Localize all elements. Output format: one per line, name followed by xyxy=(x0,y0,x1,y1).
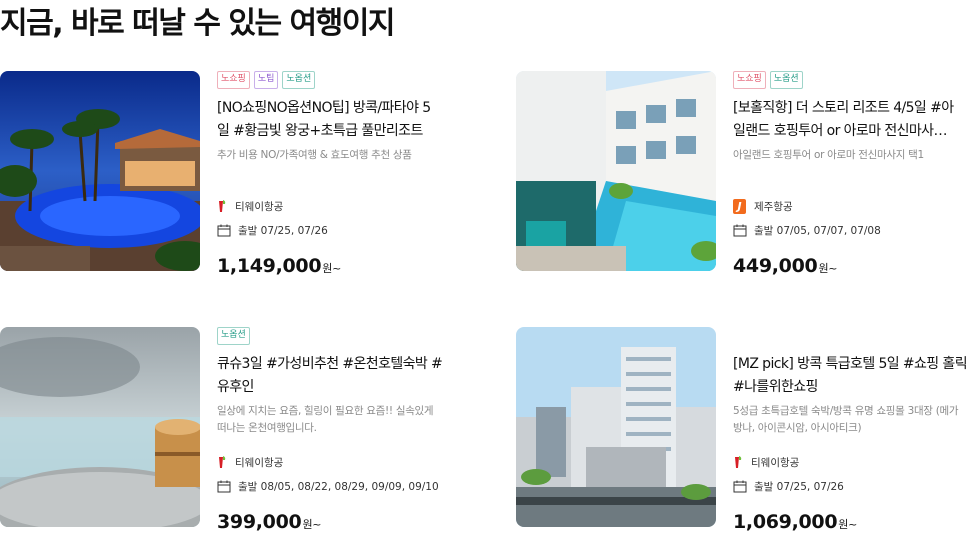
product-image-resort-pool[interactable] xyxy=(0,71,200,271)
tag-no-shopping: 노쇼핑 xyxy=(733,71,766,89)
departure-text: 출발 07/05, 07/07, 07/08 xyxy=(754,225,881,237)
departure-text: 출발 08/05, 08/22, 08/29, 09/09, 09/10 xyxy=(238,481,439,493)
departure-text: 출발 07/25, 07/26 xyxy=(754,481,844,493)
price-value: 449,000 xyxy=(733,255,818,277)
calendar-icon xyxy=(733,480,747,493)
tway-logo-icon xyxy=(219,456,226,468)
price-unit: 원~ xyxy=(838,518,858,531)
description-line: 방나, 아이콘시암, 아시아티크) xyxy=(733,422,862,434)
description-line: 떠나는 온천여행입니다. xyxy=(217,422,317,434)
calendar-icon xyxy=(217,480,231,493)
product-image-city-hotel[interactable] xyxy=(516,327,716,527)
product-card[interactable]: 노쇼핑 노팁 노옵션 [NO쇼핑NO옵션NO팁] 방콕/파타야 5 일 #황금빛… xyxy=(0,71,470,277)
jejuair-logo-icon: J xyxy=(733,199,746,214)
product-image-onsen[interactable] xyxy=(0,327,200,527)
departure-dates: 출발 08/05, 08/22, 08/29, 09/09, 09/10 xyxy=(217,479,439,494)
airline: 티웨이항공 xyxy=(733,455,799,470)
product-description: 일상에 지치는 요즘, 힐링이 필요한 요즘!! 실속있게 떠나는 온천여행입니… xyxy=(217,403,477,437)
airline: J 제주항공 xyxy=(733,199,793,214)
price-unit: 원~ xyxy=(322,262,342,275)
product-title-line: [NO쇼핑NO옵션NO팁] 방콕/파타야 5 xyxy=(217,100,431,116)
product-title[interactable]: 큐슈3일 #가성비추천 #온천호텔숙박 # 유후인 xyxy=(217,353,477,399)
product-title-line: #나를위한쇼핑 xyxy=(733,379,818,395)
calendar-icon xyxy=(217,224,231,237)
product-title-line: [MZ pick] 방콕 특급호텔 5일 #쇼핑 홀릭 xyxy=(733,356,968,372)
product-card[interactable]: 노쇼핑 노옵션 [보홀직항] 더 스토리 리조트 4/5일 #아 일랜드 호핑투… xyxy=(516,71,980,277)
departure-dates: 출발 07/05, 07/07, 07/08 xyxy=(733,223,881,238)
tag-no-shopping: 노쇼핑 xyxy=(217,71,250,89)
product-title-line: 일 #황금빛 왕궁+초특급 풀만리조트 xyxy=(217,123,423,139)
price-value: 1,069,000 xyxy=(733,511,838,533)
product-title-line: 일랜드 호핑투어 or 아로마 전신마사… xyxy=(733,123,947,139)
departure-text: 출발 07/25, 07/26 xyxy=(238,225,328,237)
tway-logo-icon xyxy=(219,200,226,212)
price-value: 399,000 xyxy=(217,511,302,533)
departure-dates: 출발 07/25, 07/26 xyxy=(217,223,328,238)
airline-name: 티웨이항공 xyxy=(235,457,284,469)
price-unit: 원~ xyxy=(818,262,838,275)
airline-name: 제주항공 xyxy=(754,201,793,213)
product-title-line: [보홀직항] 더 스토리 리조트 4/5일 #아 xyxy=(733,100,954,116)
product-card[interactable]: [MZ pick] 방콕 특급호텔 5일 #쇼핑 홀릭 #나를위한쇼핑 5성급 … xyxy=(516,327,980,533)
product-title-line: 큐슈3일 #가성비추천 #온천호텔숙박 # xyxy=(217,356,443,372)
airline-name: 티웨이항공 xyxy=(751,457,800,469)
calendar-icon xyxy=(733,224,747,237)
airline-name: 티웨이항공 xyxy=(235,201,284,213)
tway-logo-icon xyxy=(735,456,742,468)
product-description: 아일랜드 호핑투어 or 아로마 전신마사지 택1 xyxy=(733,147,980,164)
page-title: 지금, 바로 떠날 수 있는 여행이지 xyxy=(0,6,395,41)
price: 449,000원~ xyxy=(733,255,837,277)
airline: 티웨이항공 xyxy=(217,199,283,214)
product-image-resort-building[interactable] xyxy=(516,71,716,271)
tag-no-tip: 노팁 xyxy=(253,71,279,89)
description-line: 5성급 초특급호텔 숙박/방콕 유명 쇼핑몰 3대장 (메가 xyxy=(733,405,959,417)
price: 1,149,000원~ xyxy=(217,255,341,277)
product-description: 추가 비용 NO/가족여행 & 효도여행 추천 상품 xyxy=(217,147,477,164)
product-title[interactable]: [MZ pick] 방콕 특급호텔 5일 #쇼핑 홀릭 #나를위한쇼핑 xyxy=(733,353,980,399)
price-unit: 원~ xyxy=(302,518,322,531)
product-title-line: 유후인 xyxy=(217,379,254,395)
price: 1,069,000원~ xyxy=(733,511,857,533)
airline: 티웨이항공 xyxy=(217,455,283,470)
tag-no-option: 노옵션 xyxy=(769,71,803,89)
departure-dates: 출발 07/25, 07/26 xyxy=(733,479,844,494)
product-description: 5성급 초특급호텔 숙박/방콕 유명 쇼핑몰 3대장 (메가 방나, 아이콘시암… xyxy=(733,403,980,437)
product-card[interactable]: 노옵션 큐슈3일 #가성비추천 #온천호텔숙박 # 유후인 일상에 지치는 요즘… xyxy=(0,327,470,533)
price: 399,000원~ xyxy=(217,511,321,533)
tag-no-option: 노옵션 xyxy=(217,327,250,345)
tag-no-option: 노옵션 xyxy=(282,71,316,89)
price-value: 1,149,000 xyxy=(217,255,322,277)
description-line: 일상에 지치는 요즘, 힐링이 필요한 요즘!! 실속있게 xyxy=(217,405,434,417)
description-line: 추가 비용 NO/가족여행 & 효도여행 추천 상품 xyxy=(217,149,412,161)
product-title[interactable]: [NO쇼핑NO옵션NO팁] 방콕/파타야 5 일 #황금빛 왕궁+초특급 풀만리… xyxy=(217,97,477,143)
product-title[interactable]: [보홀직항] 더 스토리 리조트 4/5일 #아 일랜드 호핑투어 or 아로마… xyxy=(733,97,980,143)
description-line: 아일랜드 호핑투어 or 아로마 전신마사지 택1 xyxy=(733,149,924,161)
